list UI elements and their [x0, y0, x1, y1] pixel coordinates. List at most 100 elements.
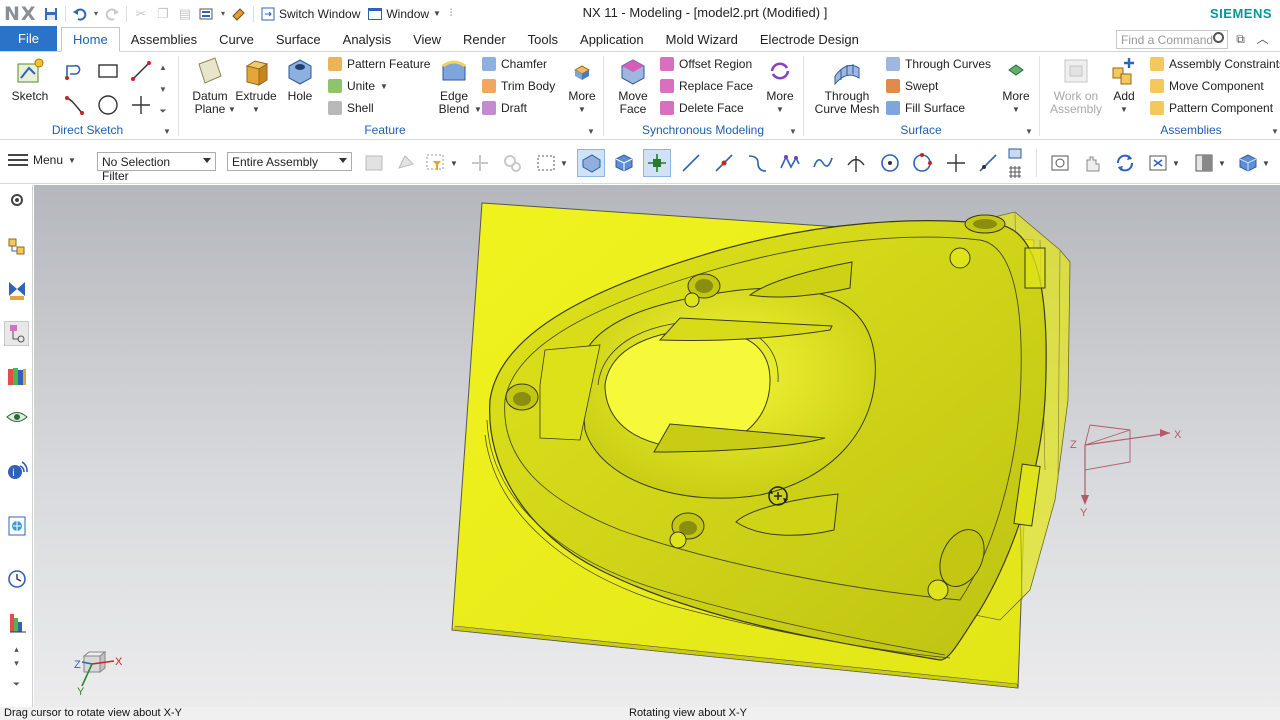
customize-resource-bar-icon[interactable]: ⏷	[4, 677, 29, 691]
chamfer-button[interactable]: Chamfer	[482, 54, 547, 74]
chevron-down-icon[interactable]: ▼	[558, 149, 570, 177]
menu-button[interactable]: Menu ▼	[8, 153, 76, 167]
tab-render[interactable]: Render	[452, 27, 517, 51]
unite-button[interactable]: Unite ▼	[328, 76, 388, 96]
tab-file[interactable]: File	[0, 26, 57, 51]
scroll-down-icon[interactable]: ▾	[4, 656, 29, 670]
zoom-window-icon[interactable]	[1144, 149, 1172, 177]
graphics-window[interactable]: X Y Z X Y Z	[34, 185, 1280, 707]
pan-icon[interactable]	[1078, 149, 1106, 177]
edge-blend-button[interactable]: Edge Blend ▼	[432, 56, 482, 116]
snap-quadrant-icon[interactable]	[908, 149, 936, 177]
model-viewport[interactable]: X Y Z X Y Z	[34, 185, 1280, 707]
surface-more-button[interactable]: More ▼	[996, 56, 1036, 116]
pattern-feature-button[interactable]: Pattern Feature	[328, 54, 430, 74]
scroll-up-icon[interactable]: ▴	[4, 642, 29, 656]
snap-curve-icon[interactable]	[743, 149, 771, 177]
repeat-command-icon[interactable]	[196, 3, 218, 25]
line-icon[interactable]	[128, 58, 154, 84]
snap-point-on-curve-icon[interactable]	[974, 149, 1002, 177]
swept-button[interactable]: Swept	[886, 76, 938, 96]
work-on-assembly-button[interactable]: Work on Assembly	[1046, 56, 1106, 116]
switch-window-button[interactable]: Switch Window	[257, 3, 364, 25]
reuse-library-icon[interactable]	[4, 363, 29, 388]
snap-line-icon[interactable]	[677, 149, 705, 177]
general-selection-icon[interactable]	[360, 149, 388, 177]
tab-surface[interactable]: Surface	[265, 27, 332, 51]
through-curve-mesh-button[interactable]: Through Curve Mesh	[812, 56, 882, 116]
point-icon[interactable]	[128, 92, 154, 118]
tab-application[interactable]: Application	[569, 27, 655, 51]
synchronous-more-button[interactable]: More ▼	[760, 56, 800, 116]
wcs-triad[interactable]	[1081, 424, 1171, 505]
chevron-down-icon[interactable]: ▼	[1170, 149, 1182, 177]
arc-icon[interactable]	[62, 92, 88, 118]
circle-icon[interactable]	[95, 92, 121, 118]
snap-arc-center-icon[interactable]	[876, 149, 904, 177]
tab-assemblies[interactable]: Assemblies	[120, 27, 208, 51]
customize-quick-access-icon[interactable]: ⫶	[445, 3, 457, 25]
snap-control-point-icon[interactable]	[776, 149, 804, 177]
rotate-view-icon[interactable]	[1111, 149, 1139, 177]
history-icon[interactable]	[4, 566, 29, 591]
snap-spline-icon[interactable]	[809, 149, 837, 177]
hole-button[interactable]: Hole	[280, 56, 320, 103]
move-component-button[interactable]: Move Component	[1150, 76, 1264, 96]
rendering-style-icon[interactable]	[1190, 149, 1218, 177]
boss-pin-3[interactable]	[669, 531, 687, 549]
undo-dropdown-icon[interactable]: ▾	[91, 3, 101, 25]
delete-face-button[interactable]: Delete Face	[660, 98, 744, 118]
repeat-dropdown-icon[interactable]: ▾	[218, 3, 228, 25]
pattern-component-button[interactable]: Pattern Component	[1150, 98, 1273, 118]
restore-window-icon[interactable]: ⧉	[1233, 32, 1248, 46]
snap-end-point-icon[interactable]	[643, 149, 671, 177]
datum-plane-button[interactable]: Datum Plane ▼	[188, 56, 236, 116]
snap-grid-icon[interactable]	[1004, 163, 1026, 181]
selection-scope-dropdown[interactable]: Entire Assembly	[227, 152, 352, 171]
snap-point-on-face-icon[interactable]	[1004, 144, 1026, 162]
through-curves-button[interactable]: Through Curves	[886, 54, 991, 74]
draft-button[interactable]: Draft	[482, 98, 527, 118]
assembly-constraints-button[interactable]: Assembly Constraints	[1150, 54, 1280, 74]
snap-mid-point-icon[interactable]	[710, 149, 738, 177]
tab-home[interactable]: Home	[61, 27, 120, 52]
save-icon[interactable]	[40, 3, 62, 25]
fit-view-icon[interactable]	[1046, 149, 1074, 177]
fill-surface-button[interactable]: Fill Surface	[886, 98, 965, 118]
collapse-ribbon-icon[interactable]: ︿	[1255, 32, 1270, 46]
copy-icon[interactable]: ❐	[152, 3, 174, 25]
snap-intersection-icon[interactable]	[842, 149, 870, 177]
web-browser-icon[interactable]	[4, 513, 29, 538]
hd3d-tools-icon[interactable]: i	[4, 458, 29, 483]
shell-button[interactable]: Shell	[328, 98, 374, 118]
select-arrow-icon[interactable]	[392, 149, 420, 177]
search-icon[interactable]	[1213, 32, 1224, 43]
boss-hole-2[interactable]	[505, 383, 539, 411]
tab-tools[interactable]: Tools	[517, 27, 569, 51]
side-clip-2[interactable]	[1024, 247, 1046, 289]
snap-point-icon[interactable]	[466, 149, 494, 177]
replace-face-button[interactable]: Replace Face	[660, 76, 753, 96]
tab-electrode-design[interactable]: Electrode Design	[749, 27, 870, 51]
assembly-select-icon[interactable]	[498, 149, 526, 177]
touch-mode-icon[interactable]	[228, 3, 250, 25]
chevron-down-icon[interactable]: ▼	[1216, 149, 1228, 177]
offset-region-button[interactable]: Offset Region	[660, 54, 752, 74]
snap-existing-point-icon[interactable]	[942, 149, 970, 177]
profile-icon[interactable]	[62, 58, 88, 84]
feature-more-button[interactable]: More ▼	[562, 56, 602, 116]
move-face-button[interactable]: Move Face	[612, 56, 654, 116]
selection-filter-dropdown[interactable]: No Selection Filter	[97, 152, 216, 183]
window-menu-button[interactable]: Window ▼	[364, 3, 445, 25]
filter-icon[interactable]	[422, 149, 450, 177]
undo-icon[interactable]	[69, 3, 91, 25]
resource-settings-icon[interactable]	[4, 187, 29, 212]
boss-pin-4[interactable]	[684, 292, 700, 308]
tab-view[interactable]: View	[402, 27, 452, 51]
boss-pin-1[interactable]	[949, 247, 971, 269]
tab-curve[interactable]: Curve	[208, 27, 265, 51]
palette-icon[interactable]	[4, 610, 29, 635]
trim-body-button[interactable]: Trim Body	[482, 76, 555, 96]
orient-view-icon[interactable]	[1234, 149, 1262, 177]
select-features-icon[interactable]	[577, 149, 605, 177]
